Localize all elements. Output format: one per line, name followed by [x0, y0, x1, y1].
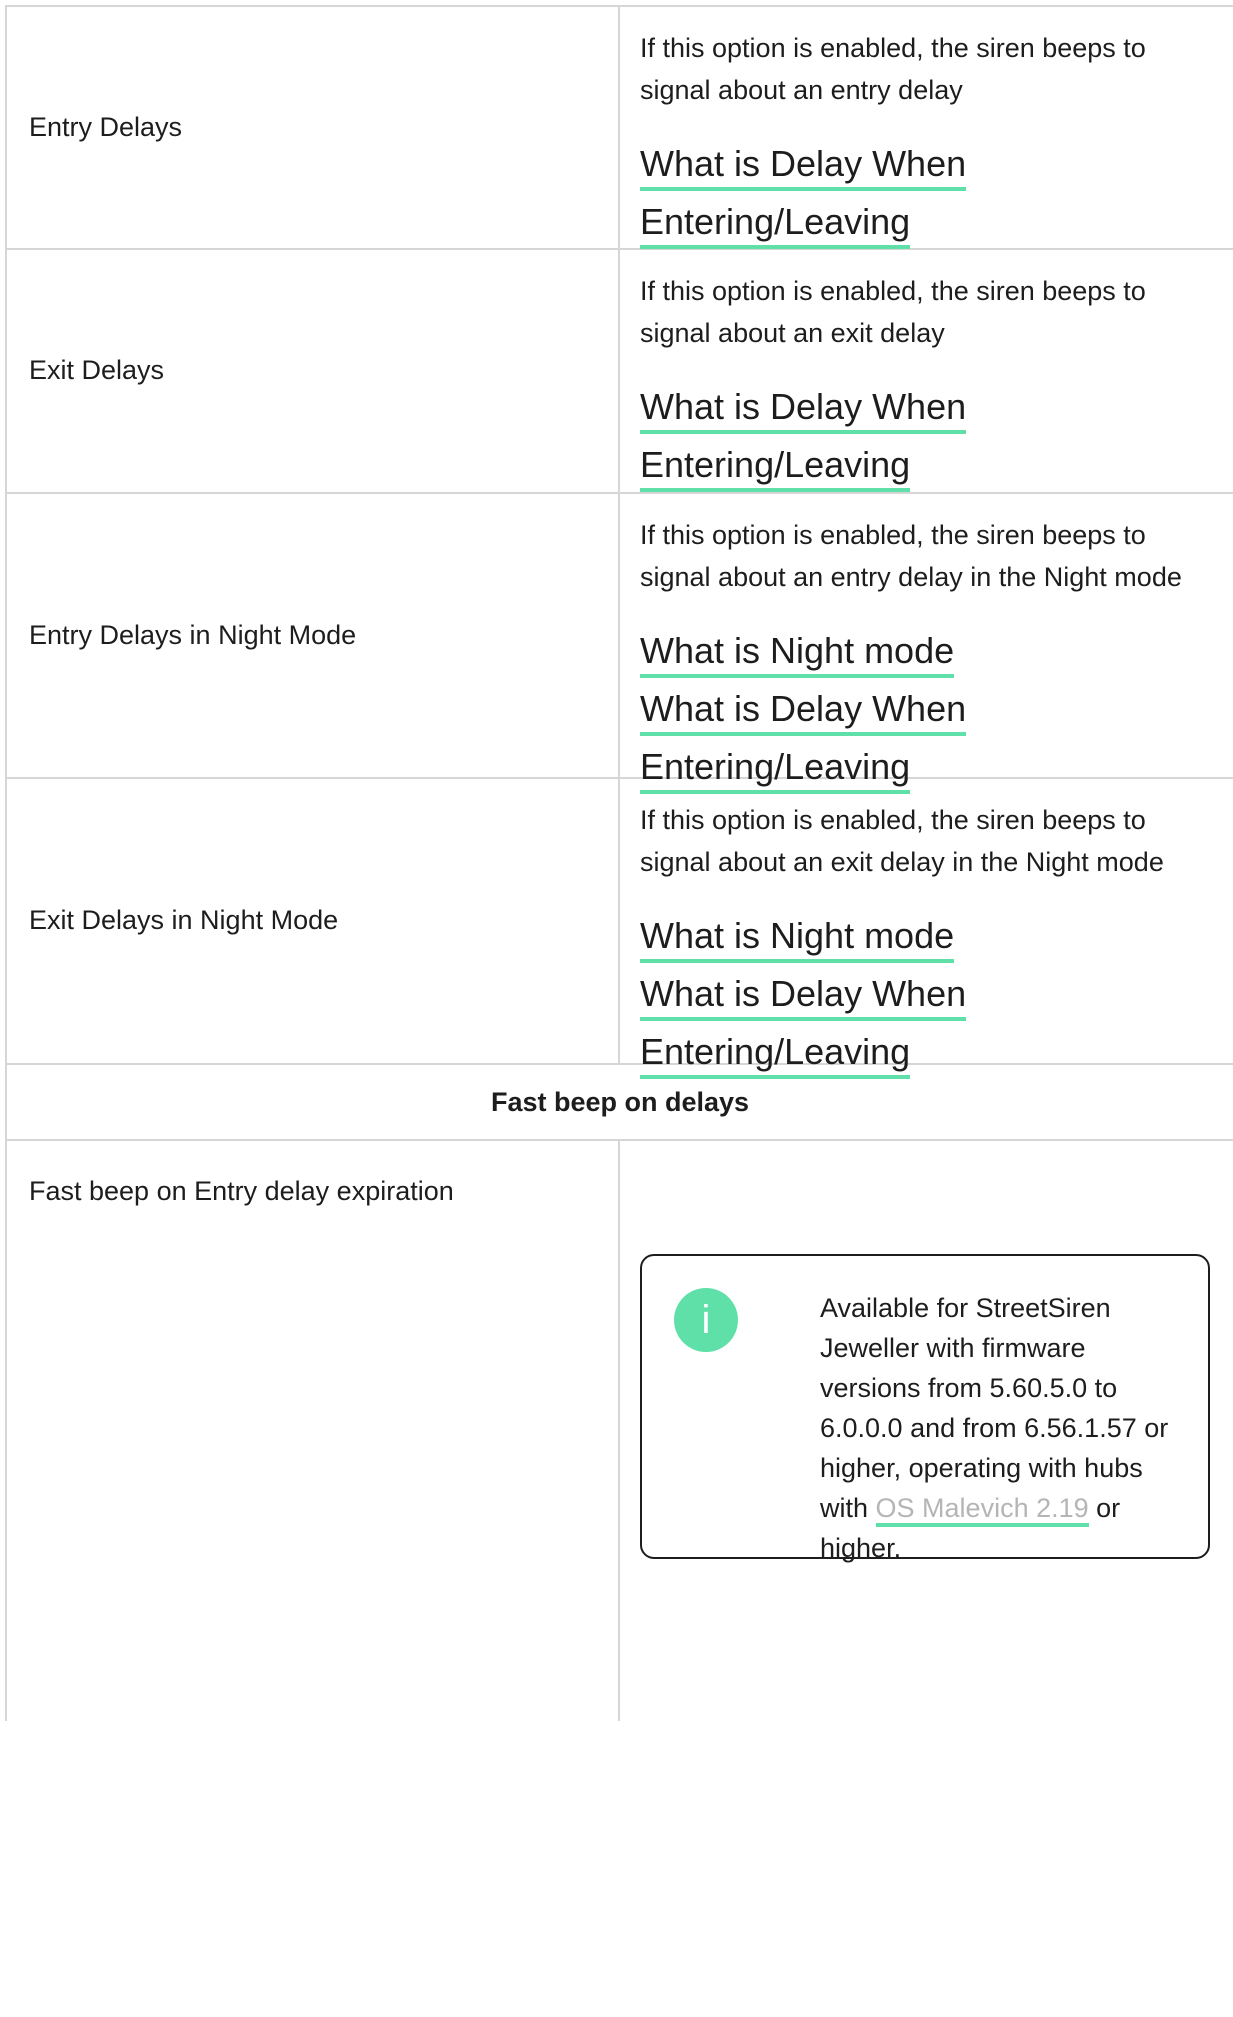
setting-description: If this option is enabled, the siren bee…	[640, 805, 1164, 877]
setting-description: If this option is enabled, the siren bee…	[640, 276, 1146, 348]
setting-name-text: Exit Delays in Night Mode	[29, 905, 339, 936]
setting-name: Exit Delays in Night Mode	[5, 779, 620, 1063]
help-links: What is Delay When Entering/Leaving	[640, 384, 1213, 500]
settings-table: Entry Delays If this option is enabled, …	[5, 5, 1233, 1721]
info-icon: i	[674, 1288, 738, 1352]
setting-name: Entry Delays in Night Mode	[5, 494, 620, 777]
table-row: Fast beep on Entry delay expiration i Av…	[5, 1141, 1233, 1721]
section-heading-text: Fast beep on delays	[490, 1086, 750, 1117]
setting-description-cell: i Available for StreetSiren Jeweller wit…	[620, 1141, 1233, 1721]
help-links: What is Delay When Entering/Leaving	[640, 141, 1213, 257]
night-mode-help-link[interactable]: What is Night mode	[640, 913, 955, 963]
setting-description: If this option is enabled, the siren bee…	[640, 33, 1146, 105]
setting-description: If this option is enabled, the siren bee…	[640, 520, 1182, 592]
help-links: What is Night mode What is Delay When En…	[640, 913, 1213, 1087]
delay-help-link[interactable]: What is Delay When	[640, 971, 967, 1021]
setting-name-text: Exit Delays	[29, 355, 165, 386]
delay-help-link[interactable]: Entering/Leaving	[640, 442, 911, 492]
help-links: What is Night mode What is Delay When En…	[640, 628, 1213, 802]
setting-description-cell: If this option is enabled, the siren bee…	[620, 7, 1233, 249]
os-malevich-link[interactable]: OS Malevich 2.19	[875, 1493, 1089, 1527]
setting-name-text: Entry Delays	[29, 111, 183, 142]
setting-description-cell: If this option is enabled, the siren bee…	[620, 250, 1233, 492]
setting-name: Fast beep on Entry delay expiration	[5, 1141, 620, 1721]
delay-help-link[interactable]: What is Delay When	[640, 384, 967, 434]
info-note-text: Available for StreetSiren Jeweller with …	[820, 1293, 1169, 1563]
table-row: Entry Delays If this option is enabled, …	[5, 7, 1233, 250]
info-note: i Available for StreetSiren Jeweller wit…	[640, 1254, 1210, 1563]
table-row: Entry Delays in Night Mode If this optio…	[5, 494, 1233, 794]
delay-help-link[interactable]: Entering/Leaving	[640, 1029, 911, 1079]
delay-help-link[interactable]: What is Delay When	[640, 686, 967, 736]
delay-help-link[interactable]: What is Delay When	[640, 141, 967, 191]
setting-description-cell: If this option is enabled, the siren bee…	[620, 494, 1233, 794]
night-mode-help-link[interactable]: What is Night mode	[640, 628, 955, 678]
table-row: Exit Delays If this option is enabled, t…	[5, 250, 1233, 494]
setting-description-cell: If this option is enabled, the siren bee…	[620, 779, 1233, 1079]
delay-help-link[interactable]: Entering/Leaving	[640, 199, 911, 249]
setting-name: Entry Delays	[5, 7, 620, 248]
table-row: Exit Delays in Night Mode If this option…	[5, 779, 1233, 1079]
setting-name: Exit Delays	[5, 250, 620, 492]
setting-name-text: Fast beep on Entry delay expiration	[29, 1176, 454, 1206]
setting-name-text: Entry Delays in Night Mode	[29, 619, 357, 650]
